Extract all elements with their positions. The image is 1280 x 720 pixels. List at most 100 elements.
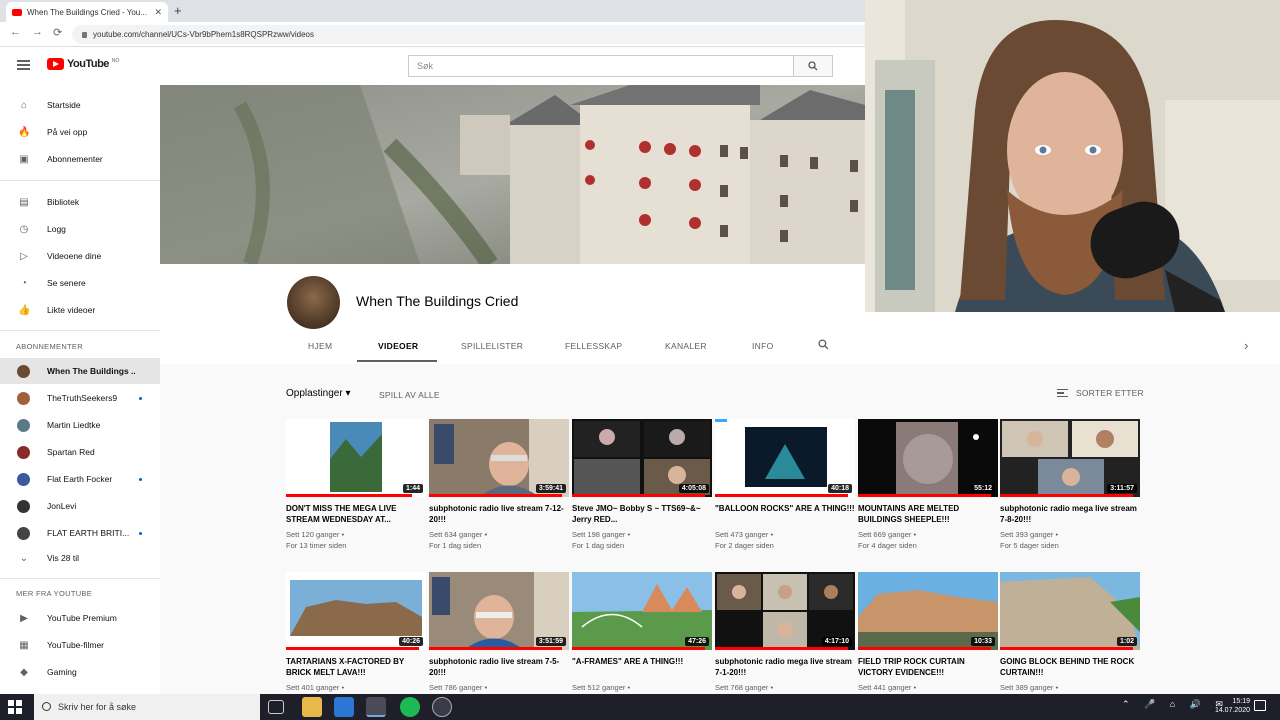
new-content-dot <box>139 477 142 481</box>
tab-spillelister[interactable]: SPILLELISTER <box>461 341 523 351</box>
sidebar-item-label: YouTube Premium <box>47 613 117 623</box>
tab-videoer[interactable]: VIDEOER <box>378 341 418 351</box>
reload-button[interactable]: ⟳ <box>53 26 62 39</box>
channel-search-button[interactable] <box>818 339 829 353</box>
sidebar-item-0[interactable]: ⌂ Startside <box>0 92 160 118</box>
video-title[interactable]: "BALLOON ROCKS" ARE A THING!!! <box>715 503 855 525</box>
close-tab-icon[interactable]: ✕ <box>154 7 162 18</box>
watch-progress-bar <box>429 494 562 497</box>
system-tray-icons[interactable]: ⌃ 🎤 ⌂ 🔊 ✉ <box>1122 699 1229 710</box>
video-thumbnail[interactable]: 1:44 <box>286 419 426 497</box>
chevron-right-icon[interactable]: › <box>1244 338 1248 353</box>
show-more-button[interactable]: ⌄ Vis 28 til <box>0 545 160 571</box>
video-card[interactable]: 1:44 DON'T MISS THE MEGA LIVE STREAM WEDN… <box>286 419 426 551</box>
sidebar-subscription-1[interactable]: TheTruthSeekers9 <box>0 385 160 411</box>
clock[interactable]: 15:19 14.07.2020 <box>1215 697 1250 715</box>
video-title[interactable]: DON'T MISS THE MEGA LIVE STREAM WEDNESDA… <box>286 503 426 525</box>
address-bar[interactable]: youtube.com/channel/UCs-Vbr9bPhem1s8RQSP… <box>72 25 872 44</box>
video-title[interactable]: subphotonic radio mega live stream 7-1-2… <box>715 656 855 678</box>
video-title[interactable]: MOUNTAINS ARE MELTED BUILDINGS SHEEPLE!!… <box>858 503 998 525</box>
sidebar-more-item-1[interactable]: ▦ YouTube-filmer <box>0 632 160 658</box>
video-card[interactable]: 3:51:59 subphotonic radio live stream 7-5… <box>429 572 569 693</box>
youtube-logo[interactable]: YouTube NO <box>47 58 119 70</box>
sidebar-more-item-0[interactable]: ▶ YouTube Premium <box>0 605 160 631</box>
video-thumbnail[interactable]: 3:51:59 <box>429 572 569 650</box>
tab-hjem[interactable]: HJEM <box>308 341 332 351</box>
sidebar-subscription-3[interactable]: Spartan Red <box>0 439 160 465</box>
uploads-dropdown[interactable]: Opplastinger ▾ <box>286 388 351 399</box>
sidebar-subscription-2[interactable]: Martin Liedtke <box>0 412 160 438</box>
channel-avatar[interactable] <box>287 276 340 329</box>
video-card[interactable]: 55:12 MOUNTAINS ARE MELTED BUILDINGS SHEE… <box>858 419 998 551</box>
video-title[interactable]: GOING BLOCK BEHIND THE ROCK CURTAIN!!! <box>1000 656 1140 678</box>
video-thumbnail[interactable]: 40:18 <box>715 419 855 497</box>
notifications-icon[interactable] <box>1254 700 1266 711</box>
spotify-icon[interactable] <box>400 697 420 717</box>
tab-info[interactable]: INFO <box>752 341 774 351</box>
sort-button[interactable]: SORTER ETTER <box>1057 388 1144 398</box>
video-title[interactable]: TARTARIANS X-FACTORED BY BRICK MELT LAVA… <box>286 656 426 678</box>
sidebar-item-label: Se senere <box>47 278 86 288</box>
watch-progress-bar <box>858 647 991 650</box>
sidebar-subscription-4[interactable]: Flat Earth Focker <box>0 466 160 492</box>
search-button[interactable] <box>793 55 833 77</box>
video-card[interactable]: 40:26 TARTARIANS X-FACTORED BY BRICK MELT… <box>286 572 426 693</box>
video-card[interactable]: 3:11:57 subphotonic radio mega live strea… <box>1000 419 1140 551</box>
sidebar-library-item-4[interactable]: 👍 Likte videoer <box>0 297 160 323</box>
sidebar-library-item-1[interactable]: ◷ Logg <box>0 216 160 242</box>
file-explorer-icon[interactable] <box>302 697 322 717</box>
video-card[interactable]: 4:17:10 subphotonic radio mega live strea… <box>715 572 855 693</box>
sidebar-item-2[interactable]: ▣ Abonnementer <box>0 146 160 172</box>
windows-start-icon[interactable] <box>8 700 22 714</box>
forward-button[interactable]: → <box>32 26 43 38</box>
back-button[interactable]: ← <box>10 26 21 38</box>
play-all-button[interactable]: SPILL AV ALLE <box>379 390 440 400</box>
task-view-icon[interactable] <box>268 700 284 714</box>
video-thumbnail[interactable]: 4:05:08 <box>572 419 712 497</box>
video-thumbnail[interactable]: 4:17:10 <box>715 572 855 650</box>
video-card[interactable]: 1:02 GOING BLOCK BEHIND THE ROCK CURTAIN!… <box>1000 572 1140 693</box>
channel-avatar <box>17 526 30 540</box>
sidebar-subscription-5[interactable]: JonLevi <box>0 493 160 519</box>
obs-icon[interactable] <box>432 697 452 717</box>
sidebar-library-item-0[interactable]: ▤ Bibliotek <box>0 189 160 215</box>
video-title[interactable]: FIELD TRIP ROCK CURTAIN VICTORY EVIDENCE… <box>858 656 998 678</box>
tab-fellesskap[interactable]: FELLESSKAP <box>565 341 622 351</box>
sidebar-item-1[interactable]: 🔥 På vei opp <box>0 119 160 145</box>
video-thumbnail[interactable]: 3:11:57 <box>1000 419 1140 497</box>
video-card[interactable]: 4:05:08 Steve JMO~ Bobby S ~ TTS69~&~ Jer… <box>572 419 712 551</box>
sidebar-item-label: Abonnementer <box>47 154 103 164</box>
video-title[interactable]: subphotonic radio live stream 7-12-20!!! <box>429 503 569 525</box>
menu-icon[interactable] <box>17 60 30 70</box>
video-card[interactable]: 47:26 "A-FRAMES" ARE A THING!!! Sett 512 g… <box>572 572 712 704</box>
search-input[interactable]: Søk <box>408 55 794 77</box>
sidebar-more-item-2[interactable]: ◆ Gaming <box>0 659 160 685</box>
sidebar-section-heading: MER FRA YOUTUBE <box>16 589 93 598</box>
video-views: Sett 669 ganger • <box>858 530 917 539</box>
sidebar-subscription-6[interactable]: FLAT EARTH BRITI... <box>0 520 160 546</box>
watch-progress-bar <box>572 494 705 497</box>
sidebar-library-item-2[interactable]: ▷ Videoene dine <box>0 243 160 269</box>
video-title[interactable]: "A-FRAMES" ARE A THING!!! <box>572 656 712 678</box>
video-thumbnail[interactable]: 1:02 <box>1000 572 1140 650</box>
video-card[interactable]: 3:59:41 subphotonic radio live stream 7-1… <box>429 419 569 551</box>
video-thumbnail[interactable]: 40:26 <box>286 572 426 650</box>
chrome-icon[interactable] <box>366 697 386 717</box>
sidebar-item-label: Videoene dine <box>47 251 102 261</box>
taskbar-search-input[interactable]: Skriv her for å søke <box>34 694 260 720</box>
new-tab-button[interactable]: + <box>174 3 182 18</box>
video-title[interactable]: subphotonic radio mega live stream 7-8-2… <box>1000 503 1140 525</box>
video-thumbnail[interactable]: 3:59:41 <box>429 419 569 497</box>
sidebar-library-item-3[interactable]: ◔ Se senere <box>0 270 160 296</box>
mail-icon[interactable] <box>334 697 354 717</box>
video-title[interactable]: Steve JMO~ Bobby S ~ TTS69~&~ Jerry RED.… <box>572 503 712 525</box>
sidebar-subscription-0[interactable]: When The Buildings ... <box>0 358 160 384</box>
video-card[interactable]: 40:18 "BALLOON ROCKS" ARE A THING!!! Sett … <box>715 419 855 551</box>
video-card[interactable]: 10:33 FIELD TRIP ROCK CURTAIN VICTORY EVI… <box>858 572 998 693</box>
video-thumbnail[interactable]: 10:33 <box>858 572 998 650</box>
video-thumbnail[interactable]: 55:12 <box>858 419 998 497</box>
browser-tab[interactable]: When The Buildings Cried - You... ✕ <box>6 2 168 22</box>
tab-kanaler[interactable]: KANALER <box>665 341 707 351</box>
video-title[interactable]: subphotonic radio live stream 7-5-20!!! <box>429 656 569 678</box>
video-thumbnail[interactable]: 47:26 <box>572 572 712 650</box>
